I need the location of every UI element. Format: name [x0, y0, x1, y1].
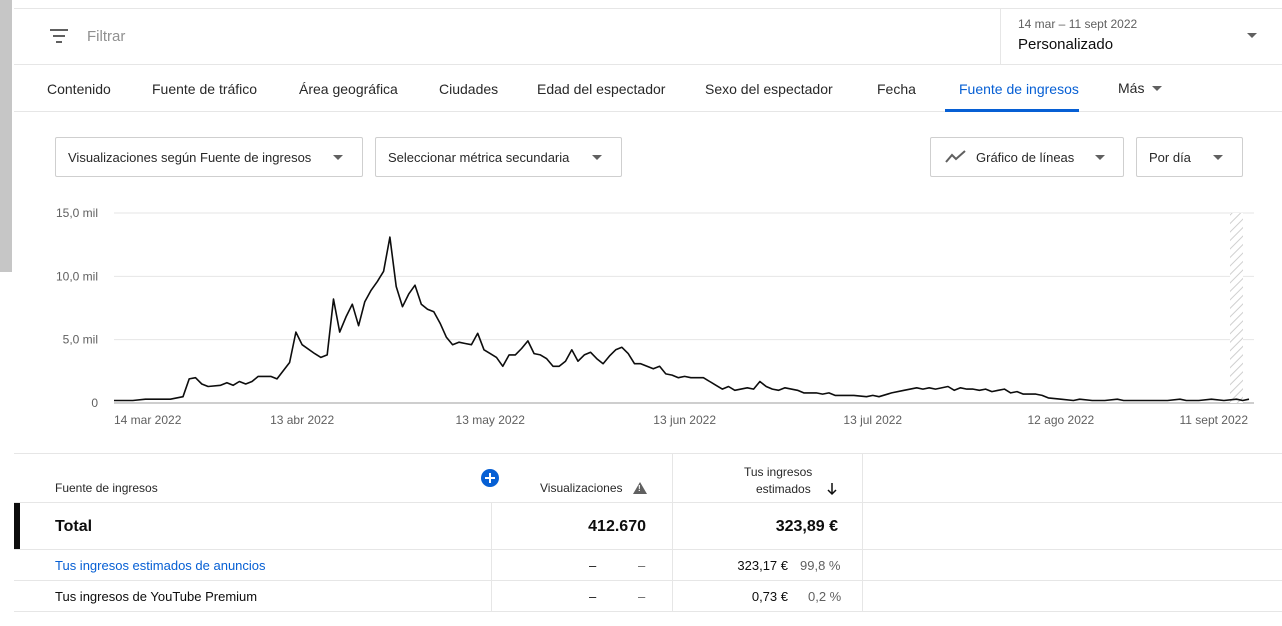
- analytics-panel: Filtrar 14 mar – 11 sept 2022 Personaliz…: [14, 0, 1282, 626]
- tab-fuente-de-ingresos[interactable]: Fuente de ingresos: [959, 81, 1079, 97]
- x-tick-label: 11 sept 2022: [1179, 413, 1248, 427]
- filter-icon[interactable]: [50, 29, 68, 43]
- x-tick-label: 13 may 2022: [456, 413, 526, 427]
- total-label: Total: [55, 518, 93, 535]
- secondary-metric-label: Seleccionar métrica secundaria: [388, 150, 570, 165]
- divider: [672, 453, 673, 611]
- dimension-tabs: Contenido Fuente de tráfico Área geográf…: [14, 64, 1282, 112]
- warning-icon[interactable]: [633, 482, 647, 494]
- column-header-revenue-line2[interactable]: estimados: [756, 482, 811, 496]
- divider: [491, 502, 492, 611]
- x-tick-label: 12 ago 2022: [1028, 413, 1095, 427]
- x-tick-label: 14 mar 2022: [114, 413, 182, 427]
- column-header-views[interactable]: Visualizaciones: [540, 481, 623, 495]
- column-header-revenue-source: Fuente de ingresos: [55, 481, 158, 495]
- tab-edad-del-espectador[interactable]: Edad del espectador: [537, 81, 665, 97]
- scrollbar-thumb[interactable]: [0, 0, 12, 272]
- views-series-line[interactable]: [114, 236, 1250, 402]
- chevron-down-icon: [1152, 86, 1163, 91]
- chevron-down-icon: [1095, 155, 1105, 160]
- y-tick-label: 15,0 mil: [56, 206, 98, 220]
- tab-fuente-de-trafico[interactable]: Fuente de tráfico: [152, 81, 257, 97]
- tab-mas[interactable]: Más: [1118, 80, 1163, 96]
- x-tick-label: 13 jul 2022: [843, 413, 902, 427]
- tab-contenido[interactable]: Contenido: [47, 81, 111, 97]
- total-row-indicator: [14, 503, 20, 549]
- arrow-down-icon[interactable]: [826, 482, 838, 496]
- y-tick-label: 10,0 mil: [56, 269, 98, 283]
- x-tick-label: 13 abr 2022: [270, 413, 334, 427]
- primary-metric-label: Visualizaciones según Fuente de ingresos: [68, 150, 312, 165]
- filter-bar: Filtrar 14 mar – 11 sept 2022 Personaliz…: [14, 8, 1282, 65]
- active-tab-indicator: [945, 109, 1079, 112]
- row-ads-revenue: 323,17 €: [737, 558, 788, 573]
- y-tick-label: 0: [91, 396, 98, 410]
- total-revenue: 323,89 €: [775, 518, 838, 535]
- divider: [14, 453, 1282, 454]
- divider: [862, 453, 863, 611]
- divider: [14, 611, 1282, 612]
- tab-mas-label: Más: [1118, 80, 1145, 96]
- divider: [14, 549, 1282, 550]
- granularity-dropdown[interactable]: Por día: [1136, 137, 1243, 177]
- line-chart-icon: [945, 150, 966, 163]
- filter-input[interactable]: Filtrar: [87, 28, 125, 45]
- y-tick-label: 5,0 mil: [63, 333, 98, 347]
- column-header-revenue-line1[interactable]: Tus ingresos: [744, 465, 812, 479]
- tab-ciudades[interactable]: Ciudades: [439, 81, 498, 97]
- chevron-down-icon: [1213, 155, 1223, 160]
- revenue-source-table: Fuente de ingresos Visualizaciones Tus i…: [14, 453, 1282, 626]
- row-ads-views: –: [589, 558, 597, 573]
- incomplete-data-region: [1230, 213, 1243, 403]
- row-premium-revenue-pct: 0,2 %: [808, 589, 842, 604]
- chevron-down-icon: [592, 155, 602, 160]
- chevron-down-icon: [333, 155, 343, 160]
- tab-area-geografica[interactable]: Área geográfica: [299, 81, 398, 97]
- chevron-down-icon: [1247, 33, 1257, 38]
- divider: [14, 580, 1282, 581]
- secondary-metric-dropdown[interactable]: Seleccionar métrica secundaria: [375, 137, 622, 177]
- granularity-label: Por día: [1149, 150, 1191, 165]
- date-range-text: 14 mar – 11 sept 2022: [1018, 17, 1138, 31]
- chart-type-dropdown[interactable]: Gráfico de líneas: [930, 137, 1124, 177]
- tab-fecha[interactable]: Fecha: [877, 81, 916, 97]
- row-ads-views-pct: –: [638, 558, 646, 573]
- total-views: 412.670: [588, 518, 646, 535]
- divider: [14, 502, 1282, 503]
- row-ads-revenue-pct: 99,8 %: [800, 558, 841, 573]
- row-ads-revenue-label[interactable]: Tus ingresos estimados de anuncios: [55, 558, 266, 573]
- page-scrollbar[interactable]: [0, 0, 12, 626]
- row-premium-revenue: 0,73 €: [751, 589, 788, 604]
- tab-sexo-del-espectador[interactable]: Sexo del espectador: [705, 81, 833, 97]
- views-line-chart[interactable]: 0 5,0 mil 10,0 mil 15,0 mil 14 mar 2022 13 a…: [14, 200, 1282, 440]
- chart-type-label: Gráfico de líneas: [976, 150, 1075, 165]
- add-column-icon[interactable]: [481, 469, 499, 487]
- date-range-picker[interactable]: 14 mar – 11 sept 2022 Personalizado: [1000, 9, 1282, 65]
- row-premium-revenue-label: Tus ingresos de YouTube Premium: [55, 589, 258, 604]
- x-tick-label: 13 jun 2022: [653, 413, 716, 427]
- primary-metric-dropdown[interactable]: Visualizaciones según Fuente de ingresos: [55, 137, 363, 177]
- date-preset-text: Personalizado: [1018, 36, 1114, 53]
- row-premium-views-pct: –: [638, 589, 646, 604]
- row-premium-views: –: [589, 589, 597, 604]
